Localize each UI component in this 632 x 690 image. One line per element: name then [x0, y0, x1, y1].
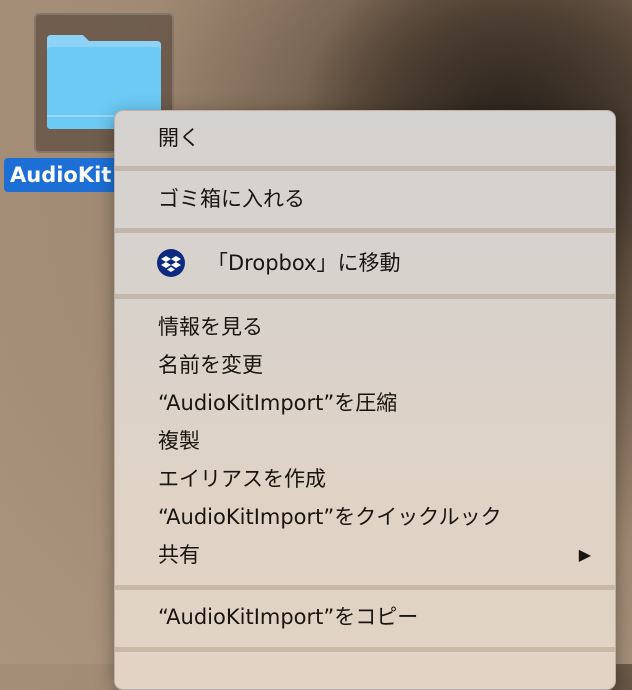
- menu-separator: [115, 647, 615, 652]
- menu-item-compress[interactable]: “AudioKitImport”を圧縮: [115, 385, 615, 421]
- context-menu: 開く ゴミ箱に入れる 「Dropbox」に移動 情報を見る 名前を変更 “Aud…: [114, 110, 616, 690]
- menu-item-quick-look[interactable]: “AudioKitImport”をクイックルック: [115, 499, 615, 535]
- menu-item-make-alias[interactable]: エイリアスを作成: [115, 461, 615, 497]
- menu-separator: [115, 166, 615, 171]
- menu-item-move-to-trash[interactable]: ゴミ箱に入れる: [115, 181, 615, 217]
- menu-item-duplicate[interactable]: 複製: [115, 423, 615, 459]
- menu-item-rename[interactable]: 名前を変更: [115, 347, 615, 383]
- menu-item-get-info[interactable]: 情報を見る: [115, 309, 615, 345]
- menu-item-open[interactable]: 開く: [115, 120, 615, 156]
- menu-item-move-to-dropbox[interactable]: 「Dropbox」に移動: [115, 245, 615, 281]
- menu-separator: [115, 228, 615, 233]
- menu-item-label: 共有: [158, 543, 200, 567]
- menu-item-share[interactable]: 共有 ▶: [115, 537, 615, 573]
- dropbox-icon: [157, 249, 185, 277]
- submenu-arrow-icon: ▶: [578, 545, 591, 564]
- menu-separator: [115, 585, 615, 590]
- menu-item-label: 「Dropbox」に移動: [207, 251, 401, 275]
- menu-separator: [115, 294, 615, 299]
- menu-item-copy[interactable]: “AudioKitImport”をコピー: [115, 599, 615, 635]
